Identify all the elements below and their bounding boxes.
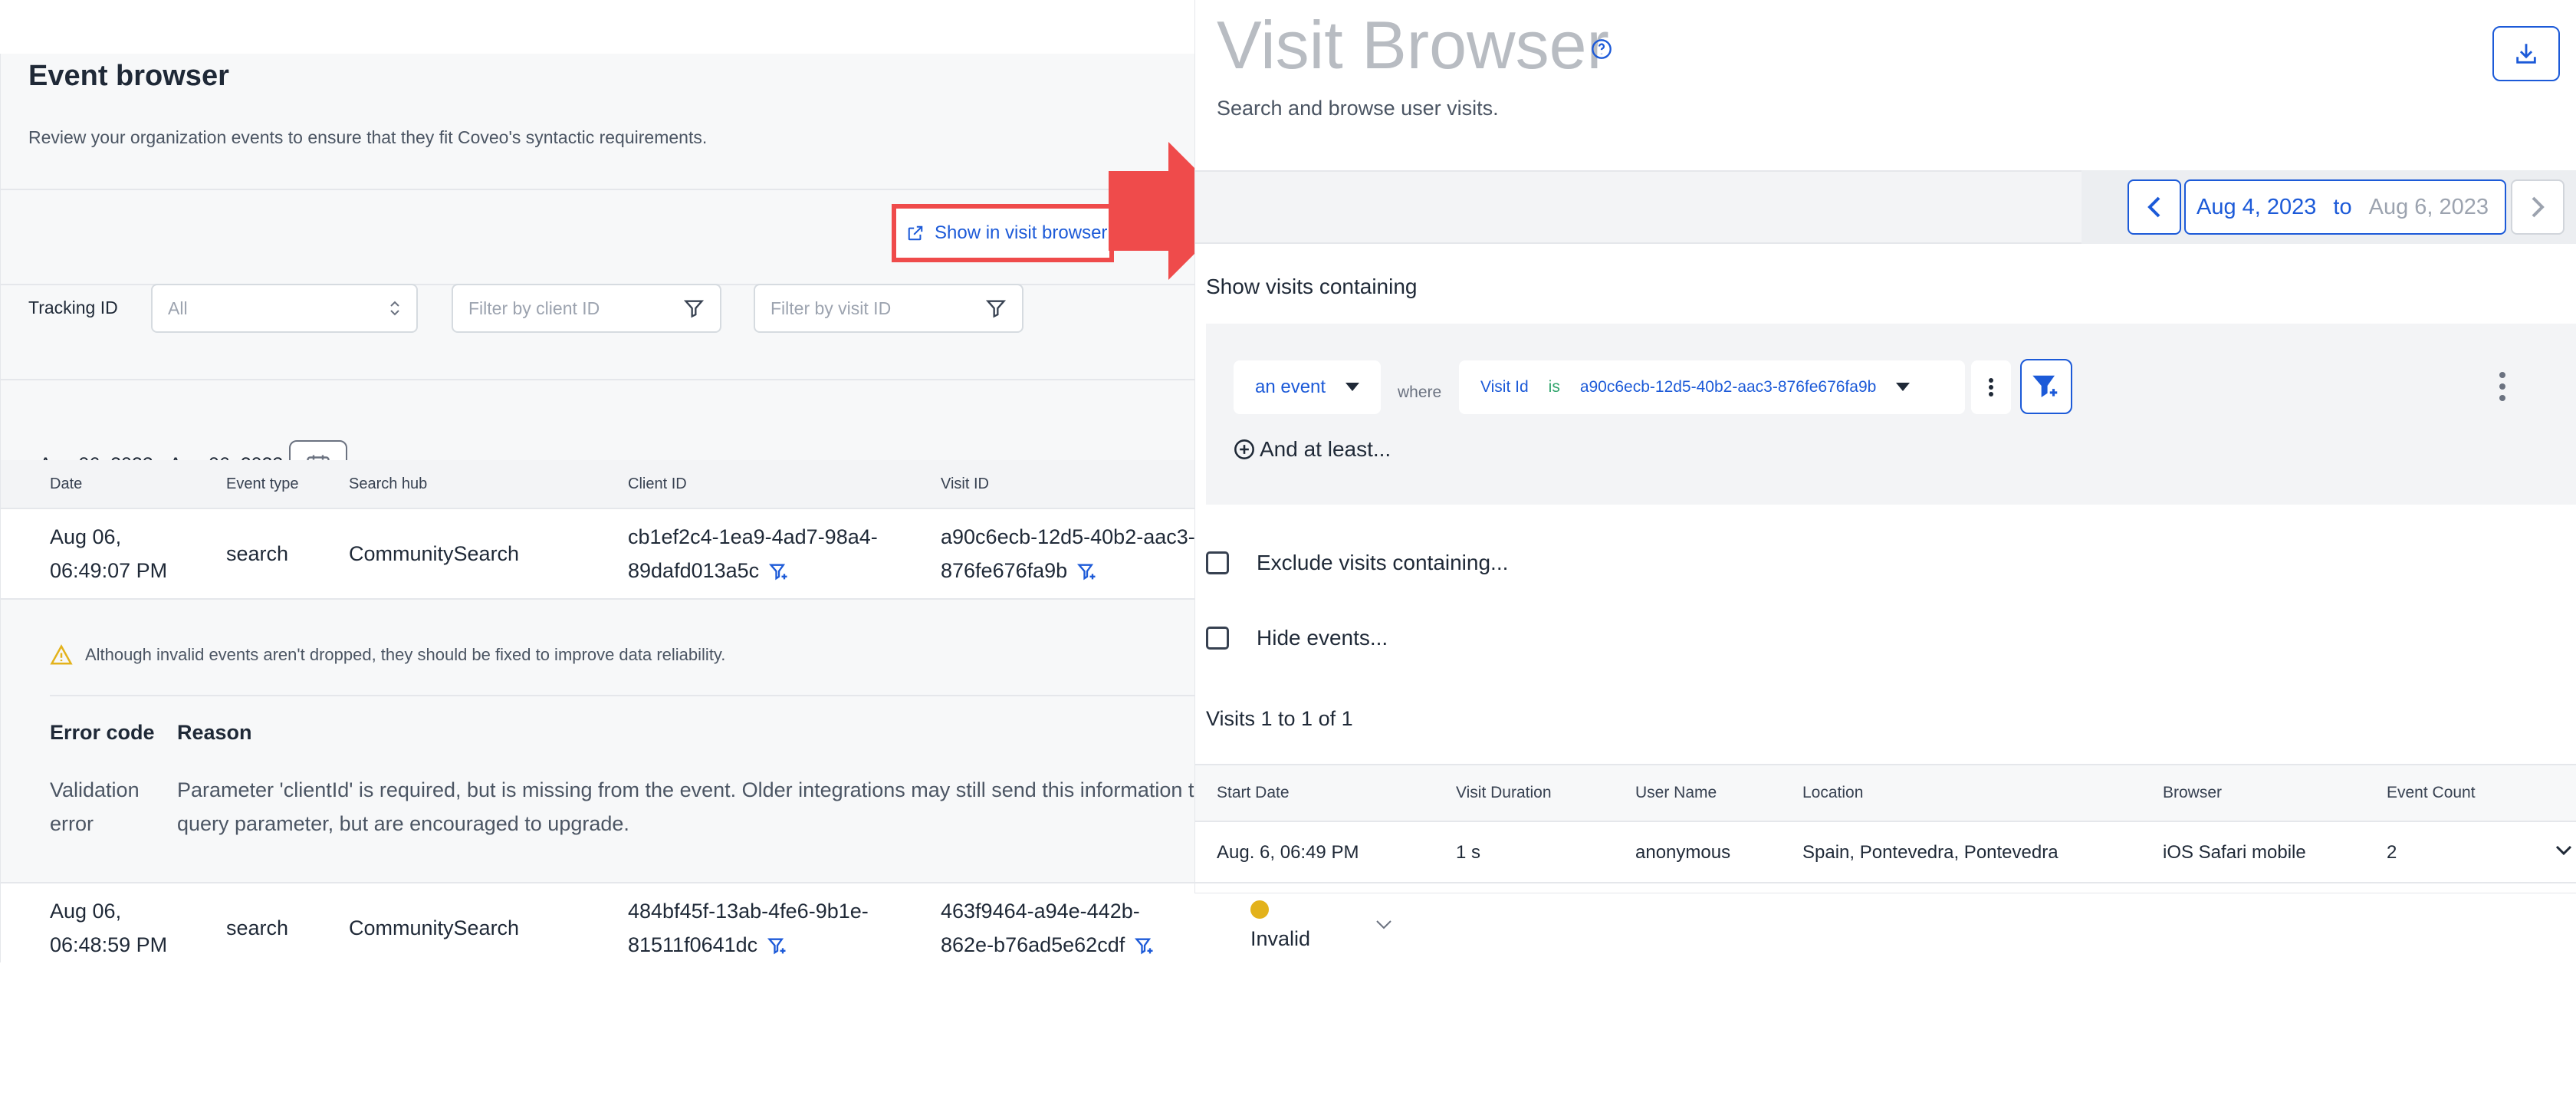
condition-operator: is [1548,378,1560,396]
row-visit-id: 463f9464-a94e-442b- 862e-b76ad5e62cdf [941,894,1155,962]
external-link-icon [908,225,923,241]
visit-browser-subtitle: Search and browse user visits. [1217,97,1499,120]
condition-selector[interactable]: Visit Id is a90c6ecb-12d5-40b2-aac3-876f… [1459,360,1965,414]
row-visit-id: a90c6ecb-12d5-40b2-aac3- 876fe676fa9b [941,525,1195,583]
col-date: Date [50,475,83,492]
help-icon[interactable] [1591,38,1612,60]
visit-browser-value: iOS Safari mobile [2163,842,2306,863]
visit-id-placeholder: Filter by visit ID [770,298,892,318]
client-id-filter-input[interactable]: Filter by client ID [452,284,721,333]
status-dot [1250,900,1269,919]
row-client-id: 484bf45f-13ab-4fe6-9b1e- 81511f0641dc [628,900,869,957]
filter-plus-icon [2032,375,2058,398]
show-visits-containing-label: Show visits containing [1206,275,1418,298]
reason-header: Reason [177,721,252,744]
and-at-least-button[interactable]: And at least... [1234,437,1391,462]
visits-table-header [1195,764,2576,822]
download-icon [2516,44,2536,64]
visit-duration: 1 s [1456,842,1481,863]
status-badge: Invalid [1250,927,1311,950]
col-start-date: Start Date [1217,784,1290,801]
chevron-down-icon[interactable] [1375,919,1393,931]
visits-count: Visits 1 to 1 of 1 [1206,707,1353,730]
events-table-header [1,460,1403,509]
error-code-header: Error code [50,721,155,744]
col-browser: Browser [2163,784,2223,801]
warning-icon [50,644,73,665]
date-from: Aug 4, 2023 [2196,194,2317,219]
chevron-down-icon[interactable] [2555,845,2572,856]
condition-value: a90c6ecb-12d5-40b2-aac3-876fe676fa9b [1579,378,1877,396]
previous-date-button[interactable] [2128,179,2181,235]
exclude-visits-label: Exclude visits containing... [1257,551,1509,574]
row-date: Aug 06, 06:49:07 PM [50,525,168,582]
visit-start-date: Aug. 6, 06:49 PM [1217,842,1359,863]
visit-id-filter-input[interactable]: Filter by visit ID [754,284,1024,333]
filter-plus-icon[interactable] [1076,561,1098,583]
date-to-word: to [2333,194,2352,219]
filter-plus-icon[interactable] [768,561,790,583]
next-date-button[interactable] [2511,179,2564,235]
add-filter-button[interactable] [2020,359,2072,414]
visit-browser-panel: Visit Browser Search and browse user vis… [1194,0,2576,893]
show-in-visit-browser-link[interactable]: Show in visit browser [892,204,1114,262]
hide-events-label: Hide events... [1257,626,1388,650]
hide-events-option[interactable]: Hide events... [1206,626,1388,650]
page-description: Review your organization events to ensur… [28,127,708,147]
col-event-type: Event type [226,475,299,492]
error-reason-value: Parameter 'clientId' is required, but is… [177,778,1206,835]
row-search-hub: CommunitySearch [349,542,520,565]
hide-events-checkbox[interactable] [1206,627,1229,650]
visit-location: Spain, Pontevedra, Pontevedra [1802,842,2058,863]
event-type-dropdown[interactable]: an event [1234,360,1381,414]
page-title: Event browser [28,60,229,92]
more-vertical-icon[interactable] [2499,371,2506,402]
condition-field: Visit Id [1480,378,1529,396]
row-event-type: search [226,542,289,565]
condition-more-button[interactable] [1971,360,2011,414]
show-in-visit-browser-label: Show in visit browser [935,222,1108,243]
caret-down-icon [1896,383,1911,391]
filter-icon [985,300,1007,318]
visit-user-name: anonymous [1635,842,1731,863]
filter-plus-icon[interactable] [767,936,788,957]
sort-arrows-icon [390,301,399,316]
date-range-picker[interactable]: Aug 4, 2023 to Aug 6, 2023 [2184,179,2506,235]
date-to: Aug 6, 2023 [2368,194,2489,219]
more-vertical-icon [1989,378,1993,396]
filter-icon [683,300,705,318]
client-id-placeholder: Filter by client ID [468,298,600,318]
col-visit-id: Visit ID [941,475,989,492]
col-user-name: User Name [1635,784,1717,801]
filter-plus-icon[interactable] [1134,936,1155,957]
tracking-id-value: All [168,298,188,318]
chevron-right-icon [2532,196,2545,218]
visit-event-count: 2 [2387,842,2397,863]
row-date: Aug 06, 06:48:59 PM [50,900,168,956]
row-event-type: search [226,916,289,939]
chevron-left-icon [2147,196,2160,218]
visit-filter-area [1206,324,2576,505]
col-event-count: Event Count [2387,784,2476,801]
row-client-id: cb1ef2c4-1ea9-4ad7-98a4- 89dafd013a5c [628,525,878,583]
col-search-hub: Search hub [349,475,428,492]
exclude-visits-checkbox[interactable] [1206,551,1229,574]
and-at-least-label: And at least... [1260,437,1392,461]
col-client-id: Client ID [628,475,687,492]
col-visit-duration: Visit Duration [1456,784,1552,801]
col-location: Location [1802,784,1864,801]
plus-circle-icon [1234,439,1254,459]
exclude-visits-option[interactable]: Exclude visits containing... [1206,551,1508,575]
where-label: where [1398,383,1442,401]
warning-message: Although invalid events aren't dropped, … [50,644,725,666]
event-dropdown-value: an event [1255,377,1326,397]
tracking-id-label: Tracking ID [28,298,118,317]
download-button[interactable] [2492,26,2560,81]
row-search-hub: CommunitySearch [349,916,520,939]
visit-browser-title: Visit Browser [1217,7,1609,83]
caret-down-icon [1346,383,1359,391]
tracking-id-select[interactable]: All [151,284,418,333]
error-code-value: Validation error [50,778,140,835]
